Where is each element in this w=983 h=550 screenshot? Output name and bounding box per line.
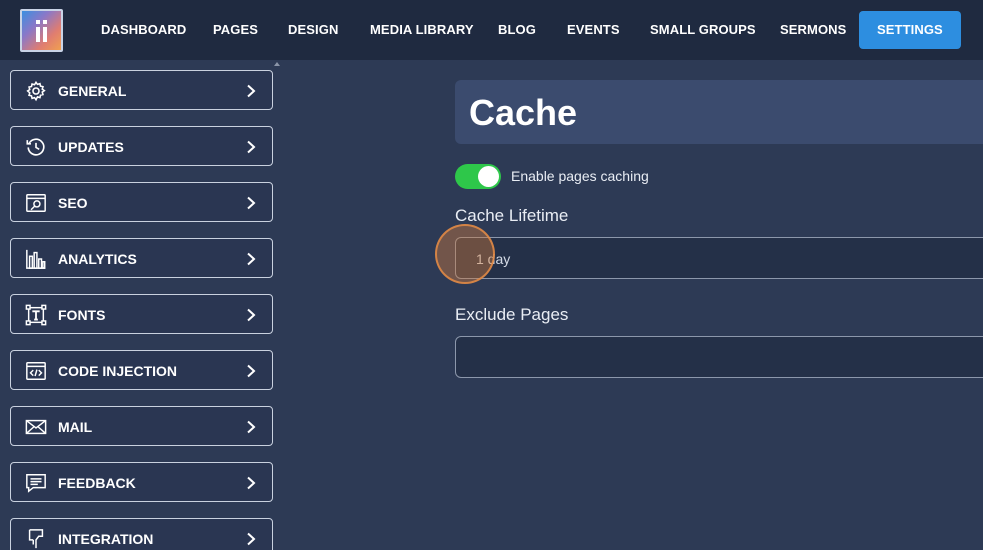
toggle-knob (478, 166, 499, 187)
sidebar-item-fonts[interactable]: FONTS (10, 294, 273, 334)
nav-small-groups[interactable]: SMALL GROUPS (650, 11, 756, 49)
nav-settings[interactable]: SETTINGS (859, 11, 961, 49)
sidebar-item-code-injection[interactable]: CODE INJECTION (10, 350, 273, 390)
chevron-right-icon (247, 252, 256, 266)
nav-blog[interactable]: BLOG (498, 11, 536, 49)
logo-glyph-icon (36, 20, 47, 42)
sidebar-item-label: UPDATES (58, 139, 124, 155)
nav-design[interactable]: DESIGN (288, 11, 338, 49)
chevron-right-icon (247, 196, 256, 210)
nav-sermons[interactable]: SERMONS (780, 11, 846, 49)
bar-chart-icon (26, 249, 46, 269)
chevron-right-icon (247, 364, 256, 378)
chevron-right-icon (247, 308, 256, 322)
chevron-right-icon (247, 532, 256, 546)
sidebar-item-label: ANALYTICS (58, 251, 137, 267)
chevron-right-icon (247, 420, 256, 434)
cache-lifetime-select[interactable]: 1 day (455, 237, 983, 279)
sidebar-item-label: FONTS (58, 307, 106, 323)
chevron-right-icon (247, 84, 256, 98)
scroll-up-arrow-icon[interactable] (274, 62, 280, 66)
sidebar-item-seo[interactable]: SEO (10, 182, 273, 222)
enable-caching-label: Enable pages caching (511, 168, 649, 184)
seo-browser-icon (26, 194, 46, 212)
sidebar-item-mail[interactable]: MAIL (10, 406, 273, 446)
history-icon (26, 138, 45, 156)
sidebar-item-label: MAIL (58, 419, 93, 435)
top-navigation-bar: DASHBOARD PAGES DESIGN MEDIA LIBRARY BLO… (0, 0, 983, 60)
page-header-card: Cache (455, 80, 983, 144)
nav-media-library[interactable]: MEDIA LIBRARY (370, 11, 474, 49)
font-icon (25, 304, 47, 326)
chevron-right-icon (247, 140, 256, 154)
sidebar-item-feedback[interactable]: FEEDBACK (10, 462, 273, 502)
plug-icon (28, 529, 44, 549)
cache-lifetime-value: 1 day (476, 251, 511, 267)
sidebar-item-label: GENERAL (58, 83, 127, 99)
sidebar-item-label: INTEGRATION (58, 531, 154, 547)
sidebar-item-integration[interactable]: INTEGRATION (10, 518, 273, 550)
exclude-pages-input[interactable] (455, 336, 983, 378)
feedback-icon (26, 474, 46, 493)
sidebar-item-label: CODE INJECTION (58, 363, 178, 379)
sidebar-item-general[interactable]: GENERAL (10, 70, 273, 110)
enable-caching-toggle[interactable] (455, 164, 501, 189)
sidebar-item-analytics[interactable]: ANALYTICS (10, 238, 273, 278)
gear-icon (26, 80, 46, 102)
sidebar-item-label: SEO (58, 195, 88, 211)
sidebar-item-label: FEEDBACK (58, 475, 136, 491)
cache-lifetime-label: Cache Lifetime (455, 206, 569, 225)
nav-dashboard[interactable]: DASHBOARD (101, 11, 186, 49)
sidebar-item-updates[interactable]: UPDATES (10, 126, 273, 166)
page-title: Cache (469, 92, 578, 133)
nav-pages[interactable]: PAGES (213, 11, 258, 49)
nav-events[interactable]: EVENTS (567, 11, 620, 49)
app-logo[interactable] (20, 9, 63, 52)
envelope-icon (25, 419, 47, 435)
exclude-pages-label: Exclude Pages (455, 305, 569, 324)
chevron-right-icon (247, 476, 256, 490)
code-icon (26, 362, 46, 380)
